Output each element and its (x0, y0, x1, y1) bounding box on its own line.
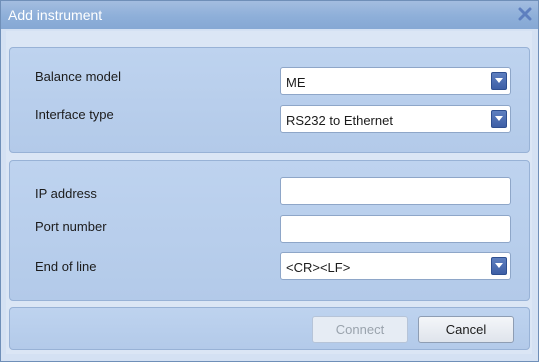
instrument-group: Balance model ME Interface type RS232 to… (9, 47, 530, 153)
port-number-input[interactable] (280, 215, 511, 243)
close-button[interactable] (515, 4, 535, 24)
balance-model-label: Balance model (35, 69, 121, 84)
interface-type-dropdown[interactable]: RS232 to Ethernet (280, 105, 511, 133)
end-of-line-label: End of line (35, 259, 97, 274)
connect-button[interactable]: Connect (312, 316, 408, 343)
dialog-body: Balance model ME Interface type RS232 to… (6, 31, 532, 354)
end-of-line-dropdown[interactable]: <CR><LF> (280, 252, 511, 280)
balance-model-dropdown[interactable]: ME (280, 67, 511, 95)
connection-group: IP address Port number End of line <CR><… (9, 160, 530, 301)
dropdown-arrow-button[interactable] (491, 257, 507, 275)
ip-address-input[interactable] (280, 177, 511, 205)
balance-model-value: ME (286, 75, 306, 90)
interface-type-value: RS232 to Ethernet (286, 113, 393, 128)
chevron-down-icon (495, 116, 503, 121)
button-bar: Connect Cancel (9, 307, 530, 350)
dialog-title: Add instrument (8, 7, 103, 23)
end-of-line-value: <CR><LF> (286, 260, 351, 275)
interface-type-label: Interface type (35, 107, 114, 122)
port-number-label: Port number (35, 219, 107, 234)
close-icon (518, 7, 532, 21)
chevron-down-icon (495, 78, 503, 83)
add-instrument-dialog: Add instrument Balance model ME Interfac… (0, 0, 539, 362)
dropdown-arrow-button[interactable] (491, 110, 507, 128)
dropdown-arrow-button[interactable] (491, 72, 507, 90)
cancel-button[interactable]: Cancel (418, 316, 514, 343)
chevron-down-icon (495, 263, 503, 268)
title-bar[interactable]: Add instrument (1, 1, 538, 29)
ip-address-label: IP address (35, 186, 97, 201)
